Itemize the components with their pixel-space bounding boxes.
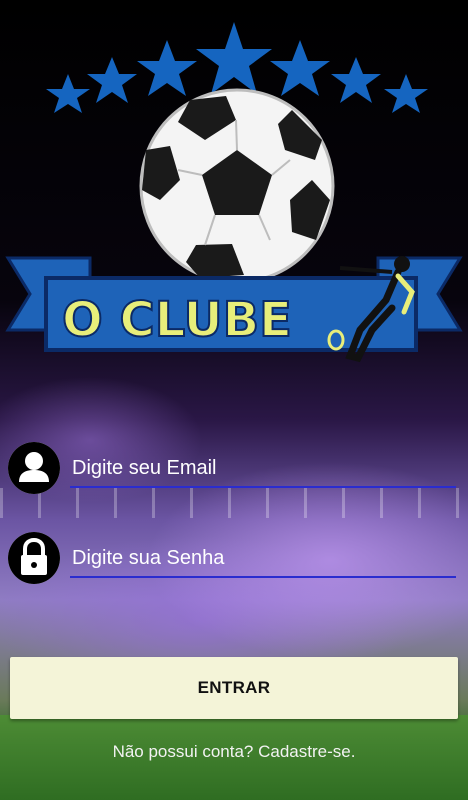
lock-icon [8,532,60,584]
email-input[interactable] [70,450,456,488]
logo-text: O CLUBE [62,292,292,348]
user-icon [8,442,60,494]
signup-link[interactable]: Não possui conta? Cadastre-se. [0,742,468,762]
o-clube-logo: O CLUBE [5,22,463,363]
login-button[interactable]: ENTRAR [10,657,458,719]
password-field-row [8,532,458,588]
soccer-ball-icon [139,88,335,284]
password-input[interactable] [70,540,456,578]
email-field-row [8,442,458,498]
